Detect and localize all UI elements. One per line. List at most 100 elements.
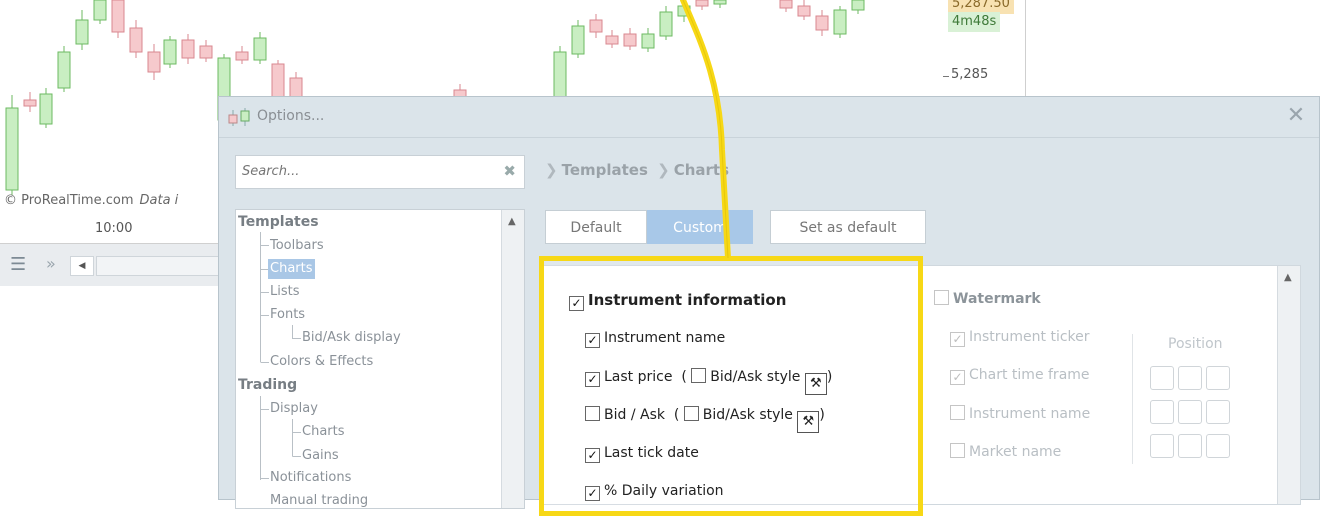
watermark-divider <box>1132 334 1133 464</box>
candle-body <box>713 0 727 5</box>
dialog-title-bar[interactable]: Options... ✕ <box>219 97 1319 138</box>
instrument-ticker-option[interactable]: ✓ Instrument ticker <box>950 329 1090 347</box>
watermark-toggle[interactable]: Watermark <box>934 290 1041 307</box>
dialog-title: Options... <box>257 108 325 124</box>
watermark-checkbox[interactable] <box>934 290 949 305</box>
bid-ask-checkbox[interactable] <box>585 406 600 421</box>
scroll-left-button[interactable]: ◀ <box>70 256 94 276</box>
chart-time-frame-label: Chart time frame <box>969 367 1090 383</box>
instrument-name-checkbox[interactable]: ✓ <box>585 333 600 348</box>
tree-fonts[interactable]: Fonts <box>270 305 305 325</box>
position-bottom-center[interactable] <box>1178 434 1202 458</box>
breadcrumb-charts[interactable]: Charts <box>674 161 729 179</box>
instrument-information-toggle[interactable]: ✓ Instrument information <box>569 291 786 311</box>
breadcrumb-chevron-icon: ❯ <box>657 161 670 179</box>
data-note: Data i <box>139 193 179 208</box>
tree-manual-trading[interactable]: Manual trading <box>270 491 368 508</box>
instrument-information-heading: Instrument information <box>588 291 787 309</box>
position-label: Position <box>1168 336 1223 352</box>
position-top-right[interactable] <box>1206 366 1230 390</box>
tree-scrollbar[interactable]: ▲ <box>501 210 524 508</box>
breadcrumb-templates[interactable]: Templates <box>562 161 648 179</box>
bid-ask-option[interactable]: Bid / Ask ( Bid/Ask style ⚒) <box>585 406 825 433</box>
daily-variation-option[interactable]: ✓ % Daily variation <box>585 483 724 501</box>
candle-body <box>253 37 267 61</box>
set-as-default-button[interactable]: Set as default <box>770 210 926 244</box>
last-tick-date-checkbox[interactable]: ✓ <box>585 448 600 463</box>
position-top-center[interactable] <box>1178 366 1202 390</box>
default-button[interactable]: Default <box>545 210 647 244</box>
market-name-label: Market name <box>969 444 1062 460</box>
clear-search-icon[interactable]: ✖ <box>503 162 516 180</box>
wrench-icon[interactable]: ⚒ <box>804 373 827 395</box>
position-middle-right[interactable] <box>1206 400 1230 424</box>
candle-body <box>779 0 793 9</box>
search-input[interactable] <box>236 156 498 186</box>
instrument-information-checkbox[interactable]: ✓ <box>569 296 584 311</box>
tree-colors-effects[interactable]: Colors & Effects <box>270 352 373 372</box>
position-middle-center[interactable] <box>1178 400 1202 424</box>
tree-bid-ask-display[interactable]: Bid/Ask display <box>302 328 401 348</box>
candle-body <box>199 45 213 59</box>
tree-gains[interactable]: Gains <box>302 446 339 466</box>
candle-body <box>23 99 37 107</box>
candle-body <box>815 15 829 31</box>
candle-body <box>677 5 691 17</box>
tree-lists[interactable]: Lists <box>270 282 300 302</box>
panel-scrollbar[interactable]: ▲ <box>1277 266 1300 504</box>
instrument-ticker-checkbox[interactable]: ✓ <box>950 332 965 347</box>
last-price-bid-ask-style-checkbox[interactable] <box>691 368 707 383</box>
candle-body <box>659 11 673 37</box>
watermark-heading: Watermark <box>953 291 1041 307</box>
wrench-icon[interactable]: ⚒ <box>797 411 820 433</box>
candle-body <box>553 51 567 101</box>
time-axis-label: 10:00 <box>95 221 133 236</box>
tree-notifications[interactable]: Notifications <box>270 468 351 488</box>
breadcrumb-chevron-icon: ❯ <box>545 161 558 179</box>
candle-body <box>75 19 89 45</box>
menu-icon[interactable]: ☰ <box>10 254 26 275</box>
last-tick-date-option[interactable]: ✓ Last tick date <box>585 445 699 463</box>
last-price-checkbox[interactable]: ✓ <box>585 372 600 387</box>
position-bottom-left[interactable] <box>1150 434 1174 458</box>
chart-time-frame-checkbox[interactable]: ✓ <box>950 370 965 385</box>
countdown-tag: 4m48s <box>948 12 1001 32</box>
copyright-text: © ProRealTime.com Data i <box>4 193 178 208</box>
position-top-left[interactable] <box>1150 366 1174 390</box>
bid-ask-style-label: Bid/Ask style <box>702 407 793 423</box>
market-name-option[interactable]: Market name <box>950 443 1061 460</box>
scroll-up-icon[interactable]: ▲ <box>508 216 516 227</box>
instrument-information-highlight: ✓ Instrument information ✓ Instrument name… <box>539 256 923 516</box>
search-field[interactable]: ✖ <box>235 155 525 189</box>
bid-ask-style-checkbox[interactable] <box>683 406 699 421</box>
instrument-name-option[interactable]: ✓ Instrument name <box>585 330 725 348</box>
tree-charts-selected[interactable]: Charts <box>268 259 315 279</box>
double-chevron-icon[interactable]: » <box>46 254 56 273</box>
tree-display[interactable]: Display <box>270 399 318 419</box>
candle-body <box>851 0 865 11</box>
horizontal-scrollbar[interactable] <box>96 256 220 276</box>
tree-trading[interactable]: Trading <box>238 375 297 395</box>
position-middle-left[interactable] <box>1150 400 1174 424</box>
tree-templates[interactable]: Templates <box>238 212 319 232</box>
daily-variation-label: % Daily variation <box>604 483 724 499</box>
daily-variation-checkbox[interactable]: ✓ <box>585 486 600 501</box>
candle-body <box>605 35 619 45</box>
wm-instrument-name-checkbox[interactable] <box>950 405 965 420</box>
tree-display-charts[interactable]: Charts <box>302 422 345 442</box>
wm-instrument-name-option[interactable]: Instrument name <box>950 405 1090 422</box>
close-icon[interactable]: ✕ <box>1285 105 1307 127</box>
candle-body <box>589 19 603 33</box>
candle-body <box>111 0 125 33</box>
scroll-up-icon[interactable]: ▲ <box>1284 272 1292 283</box>
last-price-option[interactable]: ✓ Last price ( Bid/Ask style ⚒) <box>585 368 832 395</box>
custom-button[interactable]: Custom <box>647 210 753 244</box>
candle-body <box>163 39 177 65</box>
chart-time-frame-option[interactable]: ✓ Chart time frame <box>950 367 1090 385</box>
position-bottom-right[interactable] <box>1206 434 1230 458</box>
market-name-checkbox[interactable] <box>950 443 965 458</box>
breadcrumb: ❯ Templates ❯ Charts <box>541 161 729 179</box>
candle-body <box>695 0 709 7</box>
candle-body <box>39 93 53 125</box>
tree-toolbars[interactable]: Toolbars <box>270 236 324 256</box>
